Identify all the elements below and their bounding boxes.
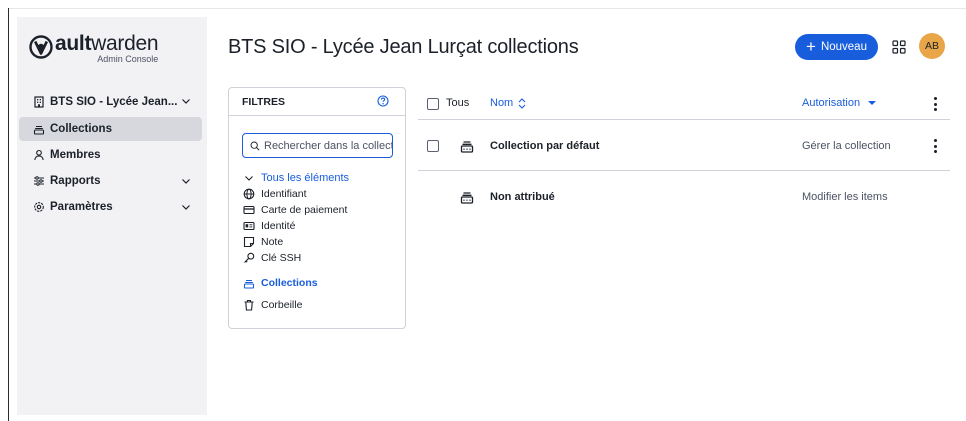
sidebar-item-reports[interactable]: Rapports xyxy=(19,169,202,193)
sidebar-item-settings[interactable]: Paramètres xyxy=(19,195,202,219)
sidebar-item-label: Rapports xyxy=(50,175,101,187)
sidebar-org-name: BTS SIO - Lycée Jean... xyxy=(50,96,178,108)
chevron-down-icon xyxy=(243,172,255,184)
table-row[interactable]: Collection par défaut Gérer la collectio… xyxy=(418,121,950,171)
collection-permission: Gérer la collection xyxy=(802,140,891,152)
window-left-border xyxy=(8,8,9,421)
collection-permission: Modifier les items xyxy=(802,191,888,203)
sidebar-nav: BTS SIO - Lycée Jean... Collections Memb… xyxy=(17,89,207,221)
filter-trash[interactable]: Corbeille xyxy=(243,296,403,314)
globe-icon xyxy=(243,188,255,200)
filter-type-identity[interactable]: Identité xyxy=(243,218,403,234)
sort-by-name-header[interactable]: Nom xyxy=(490,97,526,109)
gear-icon xyxy=(33,201,45,213)
filter-trash-label: Corbeille xyxy=(261,299,303,311)
collection-icon xyxy=(33,123,45,135)
filter-type-label: Identité xyxy=(261,220,296,232)
search-field[interactable] xyxy=(242,133,393,158)
filter-type-login[interactable]: Identifiant xyxy=(243,186,403,202)
filter-type-label: Identifiant xyxy=(261,188,307,200)
product-switcher-grid-icon[interactable] xyxy=(892,40,906,54)
vaultwarden-logo[interactable]: aultwarden Admin Console xyxy=(29,32,159,65)
permission-column-dropdown[interactable]: Autorisation xyxy=(802,97,877,109)
select-all-label: Tous xyxy=(446,97,470,109)
filter-list: Tous les éléments Identifiant Carte de p… xyxy=(243,170,403,314)
filter-type-label: Carte de paiement xyxy=(261,204,348,216)
collection-name-link[interactable]: Non attribué xyxy=(490,191,555,203)
sliders-icon xyxy=(33,175,45,187)
logo-title: aultwarden xyxy=(55,32,159,55)
select-all-checkbox[interactable] xyxy=(427,98,439,110)
column-name-label: Nom xyxy=(490,97,514,109)
filter-type-label: Clé SSH xyxy=(261,252,302,264)
filter-all-items[interactable]: Tous les éléments xyxy=(243,170,403,186)
sort-icon xyxy=(518,97,526,109)
table-header: Tous Nom Autorisation xyxy=(418,88,950,120)
table-options-kebab-icon[interactable] xyxy=(933,97,937,111)
sidebar-item-members[interactable]: Membres xyxy=(19,143,202,167)
collection-icon xyxy=(243,277,255,289)
row-checkbox[interactable] xyxy=(427,140,439,152)
collection-name-link[interactable]: Collection par défaut xyxy=(490,140,599,152)
key-icon xyxy=(243,252,255,264)
users-icon xyxy=(33,149,45,161)
column-permission-label: Autorisation xyxy=(802,97,861,109)
sidebar-item-label: Membres xyxy=(50,149,101,161)
sidebar-org-switcher[interactable]: BTS SIO - Lycée Jean... xyxy=(19,89,202,115)
table-row[interactable]: Non attribué Modifier les items xyxy=(418,172,950,222)
sticky-note-icon xyxy=(243,236,255,248)
sidebar-item-label: Paramètres xyxy=(50,201,113,213)
building-icon xyxy=(33,96,45,108)
caret-down-icon xyxy=(868,101,877,105)
filters-title: FILTRES xyxy=(242,95,285,108)
filter-type-ssh-key[interactable]: Clé SSH xyxy=(243,250,403,266)
chevron-down-icon xyxy=(182,205,190,210)
plus-icon: + xyxy=(806,36,816,56)
search-icon xyxy=(250,141,260,151)
page-title: BTS SIO - Lycée Jean Lurçat collections xyxy=(228,36,579,58)
filters-panel: FILTRES Tous les éléments Identifiant xyxy=(228,87,406,329)
logo-subtitle: Admin Console xyxy=(97,54,159,64)
filter-collections-label: Collections xyxy=(261,277,318,289)
sidebar-item-collections[interactable]: Collections xyxy=(19,117,202,141)
chevron-down-icon xyxy=(182,179,190,184)
sidebar: aultwarden Admin Console BTS SIO - Lycée… xyxy=(17,17,207,415)
id-card-icon xyxy=(243,220,255,232)
collection-icon xyxy=(460,141,474,153)
filter-type-note[interactable]: Note xyxy=(243,234,403,250)
vaultwarden-shield-icon xyxy=(29,35,53,59)
chevron-down-icon xyxy=(182,99,190,104)
search-input[interactable] xyxy=(264,139,392,152)
credit-card-icon xyxy=(243,204,255,216)
help-icon[interactable] xyxy=(377,95,389,107)
filter-type-label: Note xyxy=(261,236,284,248)
new-button-label: Nouveau xyxy=(820,41,867,53)
filter-collections[interactable]: Collections xyxy=(243,274,403,292)
filter-all-items-label: Tous les éléments xyxy=(261,172,350,184)
window-top-border xyxy=(8,8,966,9)
sidebar-item-label: Collections xyxy=(50,123,112,135)
logo-wordmark: aultwarden Admin Console xyxy=(55,32,159,64)
row-options-kebab-icon[interactable] xyxy=(933,139,937,153)
collection-icon xyxy=(460,192,474,204)
filter-type-card[interactable]: Carte de paiement xyxy=(243,202,403,218)
trash-icon xyxy=(243,299,255,311)
filters-header: FILTRES xyxy=(229,88,405,116)
user-avatar[interactable]: AB xyxy=(919,33,945,59)
new-button[interactable]: + Nouveau xyxy=(795,34,878,60)
